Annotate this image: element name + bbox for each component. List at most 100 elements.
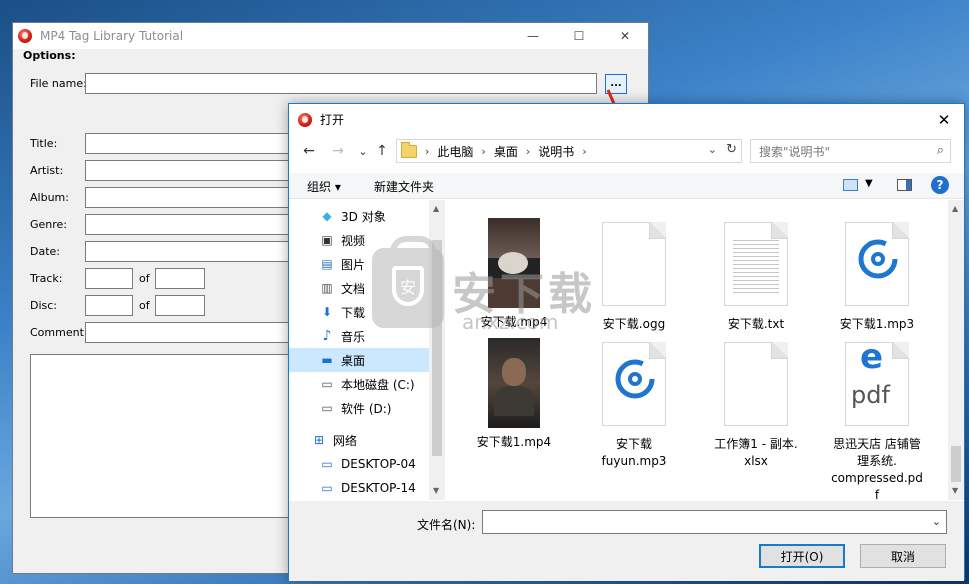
nav-item-documents[interactable]: ▥ 文档 xyxy=(289,276,429,300)
nav-item-label: 文档 xyxy=(341,281,366,296)
help-icon[interactable]: ? xyxy=(931,176,949,194)
file-item[interactable]: 安下载1.mp3 xyxy=(818,222,936,333)
main-titlebar: MP4 Tag Library Tutorial — ☐ ✕ xyxy=(13,23,648,49)
chevron-down-icon[interactable]: ⌄ xyxy=(708,143,717,156)
nav-item-desktop[interactable]: ▬ 桌面 xyxy=(289,348,429,372)
nav-scrollbar-thumb[interactable] xyxy=(432,240,442,456)
files-pane: 安下载.mp4 安下载.ogg 安下载.txt 安下载1.mp3 安下载1.mp… xyxy=(445,200,948,500)
disc-total-field[interactable] xyxy=(155,295,205,316)
scroll-up-icon[interactable]: ▲ xyxy=(433,204,439,213)
drive-c-icon: ▭ xyxy=(321,377,333,391)
breadcrumb-desktop[interactable]: 桌面 xyxy=(494,143,518,160)
chevron-right-icon: › xyxy=(425,144,430,158)
video-icon: ▣ xyxy=(321,233,333,247)
address-bar[interactable]: › 此电脑 › 桌面 › 说明书 › ⌄ ↻ xyxy=(396,139,742,163)
desktop-icon: ▬ xyxy=(321,353,333,367)
view-dropdown-icon[interactable]: ▼ xyxy=(865,178,873,189)
nav-scrollbar[interactable]: ▲ ▼ xyxy=(429,200,445,500)
nav-item-downloads[interactable]: ⬇ 下载 xyxy=(289,300,429,324)
nav-item-network[interactable]: ⊞ 网络 xyxy=(289,428,429,452)
artist-label: Artist: xyxy=(30,164,64,177)
close-button[interactable]: ✕ xyxy=(602,23,648,49)
chevron-down-icon[interactable]: ⌄ xyxy=(932,515,941,528)
organize-menu[interactable]: 组织 ▾ xyxy=(307,178,341,195)
scroll-down-icon[interactable]: ▼ xyxy=(433,486,439,495)
nav-item-desktop-14[interactable]: ▭ DESKTOP-14 xyxy=(289,476,429,500)
document-icon xyxy=(724,342,788,426)
title-field[interactable] xyxy=(85,133,290,154)
file-name-field[interactable] xyxy=(85,73,597,94)
nav-item-label: DESKTOP-14 xyxy=(341,481,416,495)
dialog-close-button[interactable]: ✕ xyxy=(930,108,958,132)
artist-field[interactable] xyxy=(85,160,290,181)
nav-item-drive-d[interactable]: ▭ 软件 (D:) xyxy=(289,396,429,420)
comment-label: Comment: xyxy=(30,326,88,339)
disc-number-field[interactable] xyxy=(85,295,133,316)
folder-icon xyxy=(401,141,417,158)
computer-icon: ▭ xyxy=(321,481,333,495)
view-mode-icon[interactable] xyxy=(843,179,858,191)
text-file-icon xyxy=(724,222,788,306)
file-name-label: 安下载1.mp3 xyxy=(839,317,915,331)
files-scrollbar[interactable]: ▲ ▼ xyxy=(948,200,964,500)
genre-field[interactable] xyxy=(85,214,290,235)
nav-item-desktop-04[interactable]: ▭ DESKTOP-04 xyxy=(289,452,429,476)
file-name-label: 安下载.txt xyxy=(727,317,785,331)
music-icon: ♪ xyxy=(322,328,332,344)
files-scrollbar-thumb[interactable] xyxy=(951,446,961,482)
file-item[interactable]: 安下载.mp4 xyxy=(455,218,573,331)
open-dialog: 打开 ✕ ← → ⌄ ↑ › 此电脑 › 桌面 › 说明书 › ⌄ ↻ 搜索"说… xyxy=(288,103,965,581)
track-total-field[interactable] xyxy=(155,268,205,289)
forward-arrow-icon[interactable]: → xyxy=(328,141,348,161)
track-number-field[interactable] xyxy=(85,268,133,289)
file-item[interactable]: 安下载.ogg xyxy=(575,222,693,333)
nav-item-label: 下载 xyxy=(341,305,366,320)
music-file-icon xyxy=(602,342,666,426)
up-arrow-icon[interactable]: ↑ xyxy=(372,141,392,161)
track-label: Track: xyxy=(30,272,63,285)
maximize-button[interactable]: ☐ xyxy=(556,23,602,49)
back-arrow-icon[interactable]: ← xyxy=(299,141,319,161)
new-folder-button[interactable]: 新建文件夹 xyxy=(374,178,434,195)
preview-pane-icon[interactable] xyxy=(897,179,912,191)
file-name-label: 安下载1.mp4 xyxy=(476,435,552,449)
file-name-label: File name: xyxy=(30,77,87,90)
breadcrumb-this-pc[interactable]: 此电脑 xyxy=(437,143,473,160)
disc-label: Disc: xyxy=(30,299,58,312)
pdf-file-icon: e pdf xyxy=(845,340,909,426)
search-icon: ⌕ xyxy=(936,143,944,158)
nav-item-label: 音乐 xyxy=(341,329,366,344)
search-placeholder: 搜索"说明书" xyxy=(759,144,831,159)
file-item[interactable]: 工作簿1 - 副本. xlsx xyxy=(697,342,815,470)
nav-item-music[interactable]: ♪ 音乐 xyxy=(289,324,429,348)
comment-textarea[interactable] xyxy=(30,354,330,518)
chevron-right-icon: › xyxy=(525,144,531,158)
date-field[interactable] xyxy=(85,241,290,262)
refresh-icon[interactable]: ↻ xyxy=(726,142,737,157)
nav-item-3d-objects[interactable]: ◆ 3D 对象 xyxy=(289,204,429,228)
file-name-label: 安下载.mp4 xyxy=(480,315,548,329)
cancel-button[interactable]: 取消 xyxy=(860,544,946,568)
video-thumbnail-icon xyxy=(488,218,540,308)
minimize-button[interactable]: — xyxy=(510,23,556,49)
scroll-down-icon[interactable]: ▼ xyxy=(952,486,958,495)
open-button[interactable]: 打开(O) xyxy=(759,544,845,568)
comment-field[interactable] xyxy=(85,322,290,343)
file-item[interactable]: 安下载.txt xyxy=(697,222,815,333)
search-input[interactable]: 搜索"说明书" ⌕ xyxy=(750,139,951,163)
nav-item-drive-c[interactable]: ▭ 本地磁盘 (C:) xyxy=(289,372,429,396)
disc-of-label: of xyxy=(139,299,150,312)
file-item[interactable]: 安下载 fuyun.mp3 xyxy=(575,342,693,470)
recent-locations-icon[interactable]: ⌄ xyxy=(353,141,373,161)
file-item[interactable]: e pdf 思迅天店 店铺管 理系统. compressed.pd f xyxy=(818,340,936,500)
file-item[interactable]: 安下载1.mp4 xyxy=(455,338,573,451)
album-field[interactable] xyxy=(85,187,290,208)
nav-item-videos[interactable]: ▣ 视频 xyxy=(289,228,429,252)
nav-item-pictures[interactable]: ▤ 图片 xyxy=(289,252,429,276)
chevron-right-icon: › xyxy=(481,144,486,158)
scroll-up-icon[interactable]: ▲ xyxy=(952,204,958,213)
pictures-icon: ▤ xyxy=(321,257,333,271)
breadcrumb-manual[interactable]: 说明书 xyxy=(538,143,574,160)
file-name-input[interactable]: ⌄ xyxy=(482,510,947,534)
window-title: MP4 Tag Library Tutorial xyxy=(40,29,184,43)
